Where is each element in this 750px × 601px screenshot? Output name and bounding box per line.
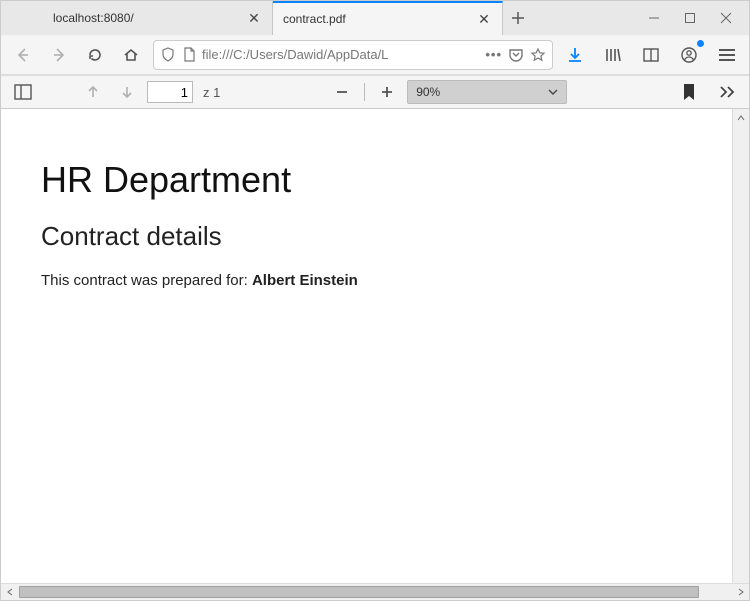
horizontal-scrollbar[interactable]: [1, 583, 749, 600]
tab-label: localhost:8080/: [53, 11, 246, 25]
chevron-down-icon: [548, 87, 558, 97]
library-icon: [604, 46, 622, 64]
url-bar[interactable]: file:///C:/Users/Dawid/AppData/L •••: [153, 40, 553, 70]
prev-page-button[interactable]: [79, 78, 107, 106]
maximize-button[interactable]: [673, 4, 707, 32]
vertical-scrollbar[interactable]: [732, 109, 749, 583]
minimize-icon: [648, 12, 660, 24]
sidebar-icon: [642, 46, 660, 64]
bookmark-star-icon[interactable]: [530, 47, 546, 63]
page-actions-icon[interactable]: •••: [485, 47, 502, 62]
page-count-value: 1: [213, 85, 220, 100]
page-count-label: z 1: [203, 85, 220, 100]
back-button[interactable]: [9, 41, 37, 69]
document-viewport[interactable]: HR Department Contract details This cont…: [1, 109, 749, 583]
profile-button[interactable]: [675, 41, 703, 69]
doc-para-name: Albert Einstein: [252, 272, 358, 289]
doc-heading-2: Contract details: [41, 221, 689, 252]
minus-icon: [335, 85, 349, 99]
sidebar-toggle-button[interactable]: [637, 41, 665, 69]
window-controls: [533, 1, 749, 35]
maximize-icon: [684, 12, 696, 24]
more-tools-button[interactable]: [713, 78, 741, 106]
library-button[interactable]: [599, 41, 627, 69]
browser-window: localhost:8080/ ✕ contract.pdf ✕: [0, 0, 750, 601]
home-icon: [122, 46, 140, 64]
forward-button[interactable]: [45, 41, 73, 69]
arrow-up-icon: [86, 85, 100, 99]
zoom-controls: 90%: [328, 78, 567, 106]
nav-toolbar: file:///C:/Users/Dawid/AppData/L •••: [1, 35, 749, 75]
next-page-button[interactable]: [113, 78, 141, 106]
home-button[interactable]: [117, 41, 145, 69]
plus-icon: [380, 85, 394, 99]
plus-icon: [511, 11, 525, 25]
tab-strip: localhost:8080/ ✕ contract.pdf ✕: [1, 1, 749, 35]
arrow-left-icon: [14, 46, 32, 64]
tab-contract-pdf[interactable]: contract.pdf ✕: [273, 1, 503, 35]
pdf-document: HR Department Contract details This cont…: [41, 159, 689, 289]
arrow-right-icon: [50, 46, 68, 64]
close-window-button[interactable]: [709, 4, 743, 32]
zoom-value: 90%: [416, 85, 440, 99]
reload-icon: [86, 46, 104, 64]
reload-button[interactable]: [81, 41, 109, 69]
chevrons-right-icon: [719, 85, 735, 99]
page-count-prefix: z: [203, 85, 210, 100]
zoom-out-button[interactable]: [328, 78, 356, 106]
close-icon: [720, 12, 732, 24]
url-text: file:///C:/Users/Dawid/AppData/L: [202, 47, 479, 62]
tab-label: contract.pdf: [283, 12, 476, 26]
doc-para-text: This contract was prepared for:: [41, 272, 252, 289]
download-icon: [566, 46, 584, 64]
zoom-select[interactable]: 90%: [407, 80, 567, 104]
shield-icon[interactable]: [160, 47, 176, 63]
tab-strip-spacer: [1, 1, 43, 35]
profile-icon: [680, 46, 698, 64]
doc-heading-1: HR Department: [41, 159, 689, 201]
bookmark-icon: [682, 83, 696, 101]
document-icon: [182, 47, 196, 63]
new-tab-button[interactable]: [503, 1, 533, 35]
tab-localhost[interactable]: localhost:8080/ ✕: [43, 1, 273, 35]
panel-icon: [14, 84, 32, 100]
hamburger-icon: [719, 49, 735, 61]
arrow-down-icon: [120, 85, 134, 99]
pocket-icon[interactable]: [508, 47, 524, 63]
pdf-toolbar: z 1 90%: [1, 75, 749, 109]
scroll-right-arrow-icon[interactable]: [732, 584, 749, 600]
scroll-left-arrow-icon[interactable]: [1, 584, 18, 600]
divider: [364, 83, 365, 101]
scroll-up-arrow-icon[interactable]: [733, 109, 749, 126]
close-icon[interactable]: ✕: [476, 12, 492, 26]
zoom-in-button[interactable]: [373, 78, 401, 106]
toolbar-right: [561, 41, 741, 69]
pdf-toolbar-right: [675, 78, 741, 106]
downloads-button[interactable]: [561, 41, 589, 69]
content-area: HR Department Contract details This cont…: [1, 109, 749, 600]
bookmark-button[interactable]: [675, 78, 703, 106]
page-number-input[interactable]: [147, 81, 193, 103]
close-icon[interactable]: ✕: [246, 11, 262, 25]
menu-button[interactable]: [713, 41, 741, 69]
sidebar-panel-button[interactable]: [9, 78, 37, 106]
minimize-button[interactable]: [637, 4, 671, 32]
scroll-thumb[interactable]: [19, 586, 699, 598]
doc-paragraph: This contract was prepared for: Albert E…: [41, 272, 689, 289]
